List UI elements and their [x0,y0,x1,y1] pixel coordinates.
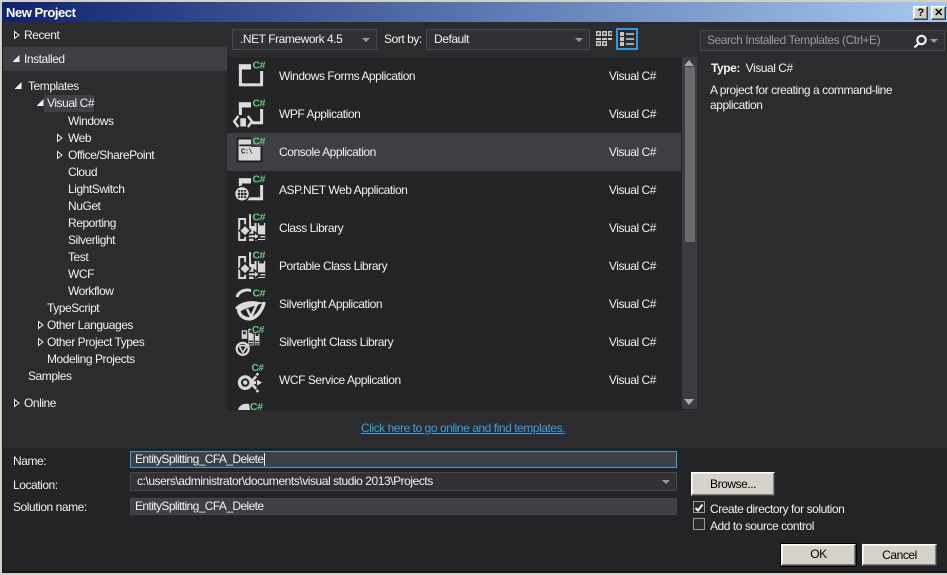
svg-text:C#: C# [253,288,266,300]
svg-text:C#: C# [253,250,266,262]
svg-text:C#: C# [250,401,263,410]
svg-text:C#: C# [253,174,266,186]
svg-text:C#: C# [253,60,266,72]
svg-text:C#: C# [253,98,266,110]
svg-text:C#: C# [253,212,266,224]
svg-text:C:\: C:\ [241,149,253,157]
svg-text:C#: C# [253,136,266,148]
svg-text:C#: C# [252,363,265,374]
svg-text:C#: C# [252,325,265,336]
